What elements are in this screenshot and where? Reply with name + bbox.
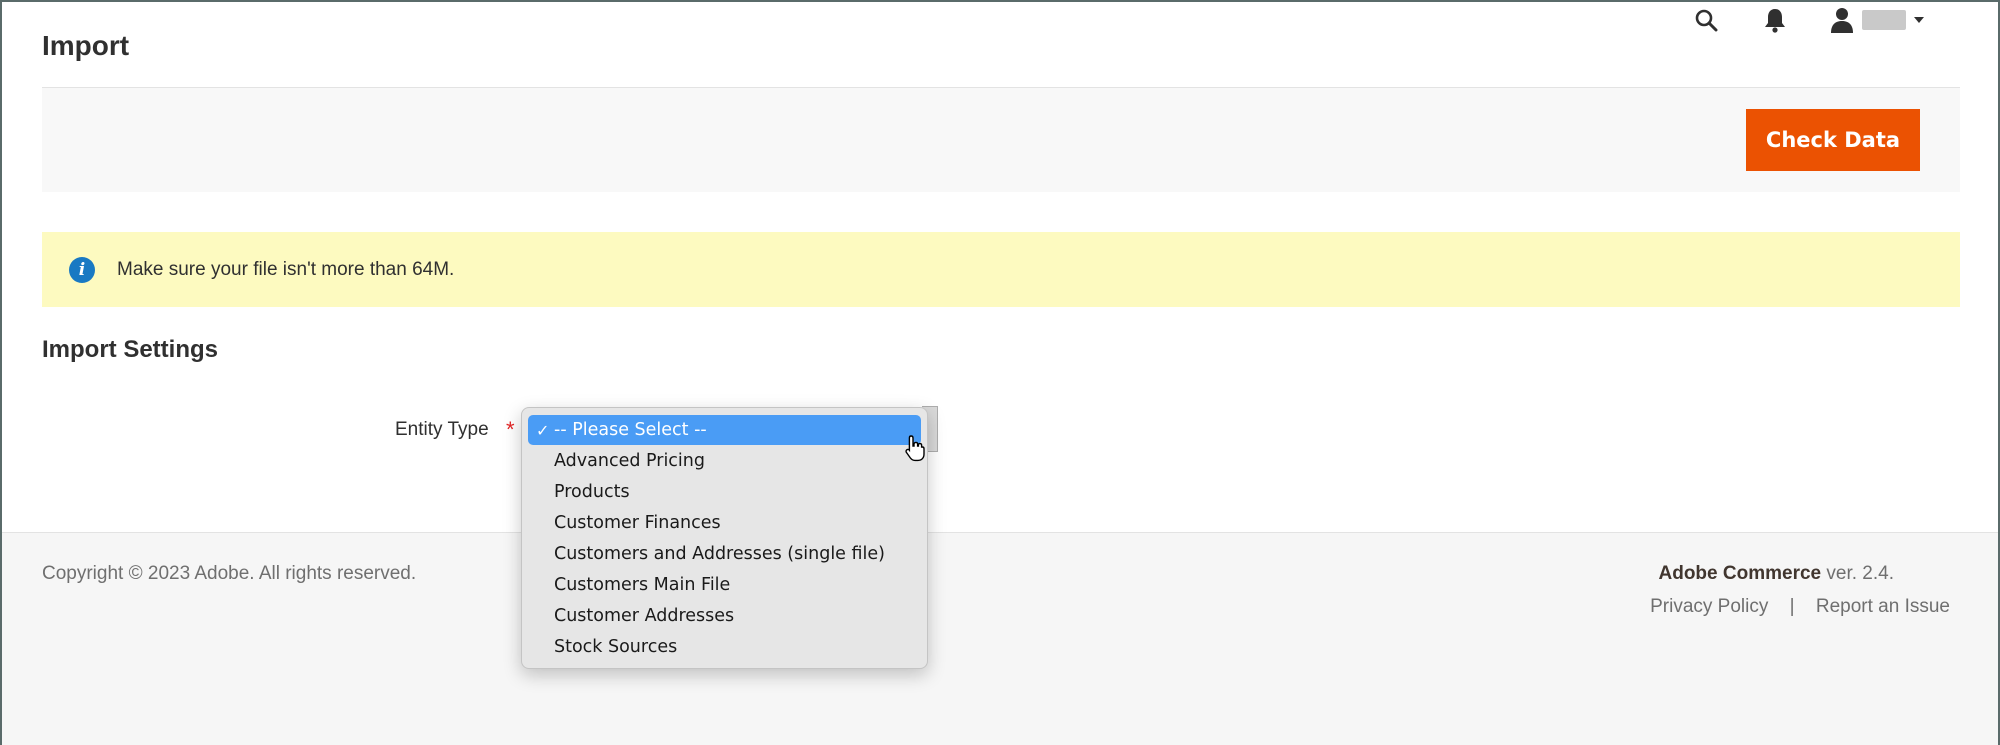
product-name: Adobe Commerce: [1658, 563, 1822, 584]
required-marker: *: [506, 417, 515, 442]
user-icon: [1831, 8, 1853, 33]
report-issue-link[interactable]: Report an Issue: [1816, 596, 1950, 617]
check-data-button[interactable]: Check Data: [1746, 109, 1920, 171]
copyright-text: Copyright © 2023 Adobe. All rights reser…: [42, 563, 417, 584]
file-size-notice: i Make sure your file isn't more than 64…: [42, 232, 1960, 307]
page-actions-bar: Check Data: [42, 88, 1960, 192]
dropdown-option-please-select[interactable]: ✓ -- Please Select --: [528, 415, 921, 445]
page-footer: Copyright © 2023 Adobe. All rights reser…: [2, 532, 1998, 745]
footer-links: Privacy Policy | Report an Issue: [1650, 596, 1950, 618]
user-menu[interactable]: [1830, 2, 1940, 38]
privacy-policy-link[interactable]: Privacy Policy: [1650, 596, 1768, 617]
dropdown-option-advanced-pricing[interactable]: Advanced Pricing: [528, 446, 921, 476]
user-name-redacted: [1862, 10, 1906, 30]
bell-icon[interactable]: [1757, 2, 1793, 38]
entity-type-dropdown: ✓ -- Please Select -- Advanced Pricing P…: [521, 407, 928, 669]
dropdown-option-customer-addresses[interactable]: Customer Addresses: [528, 601, 921, 631]
dropdown-option-label: -- Please Select --: [554, 420, 707, 440]
dropdown-option-customers-and-addresses[interactable]: Customers and Addresses (single file): [528, 539, 921, 569]
footer-link-separator: |: [1789, 596, 1795, 617]
info-icon: i: [69, 256, 95, 283]
import-settings-title: Import Settings: [42, 336, 219, 363]
caret-down-icon: [1914, 17, 1924, 23]
search-icon[interactable]: [1688, 2, 1724, 38]
checkmark-icon: ✓: [536, 420, 550, 440]
version-number: ver. 2.4.: [1826, 563, 1894, 584]
dropdown-option-customers-main-file[interactable]: Customers Main File: [528, 570, 921, 600]
dropdown-option-products[interactable]: Products: [528, 477, 921, 507]
pointer-cursor-icon: [905, 435, 925, 462]
notice-text: Make sure your file isn't more than 64M.: [117, 258, 455, 280]
version-info: Adobe Commerce ver. 2.4.: [1659, 563, 1895, 585]
page-header: Import: [2, 2, 1998, 88]
entity-type-label: Entity Type: [395, 419, 489, 440]
page-title: Import: [42, 30, 130, 61]
dropdown-option-customer-finances[interactable]: Customer Finances: [528, 508, 921, 538]
dropdown-option-stock-sources[interactable]: Stock Sources: [528, 632, 921, 662]
